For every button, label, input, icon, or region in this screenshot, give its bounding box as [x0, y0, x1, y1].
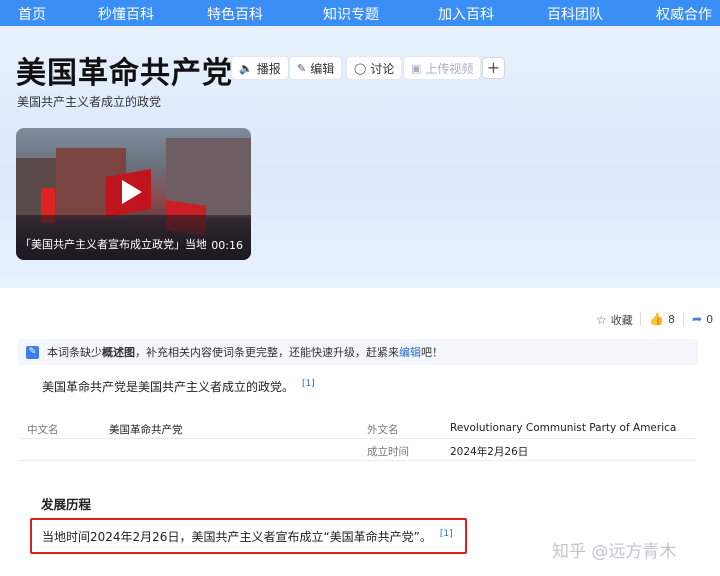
nav-item-team[interactable]: 百科团队 [547, 4, 603, 24]
entry-summary: 美国革命共产党是美国共产主义者成立的政党。 [1] [42, 378, 315, 395]
info-value: Revolutionary Communist Party of America [450, 422, 677, 434]
page-subtitle: 美国共产主义者成立的政党 [17, 95, 162, 109]
basic-info-row: 中文名 美国革命共产党 外文名 Revolutionary Communist … [18, 417, 696, 439]
notice-edit-link[interactable]: 编辑 [399, 344, 421, 360]
thumbs-up-icon: 👍 [649, 312, 664, 326]
info-label: 成立时间 [367, 446, 409, 458]
notice-strong: 概述图 [102, 346, 135, 359]
edit-button[interactable]: ✎ 编辑 [289, 56, 343, 80]
highlighted-history-paragraph: 当地时间2024年2月26日，美国共产主义者宣布成立“美国革命共产党”。 [1] [30, 518, 467, 554]
basic-info-row: 成立时间 2024年2月26日 [18, 439, 696, 461]
star-icon: ☆ [596, 313, 607, 327]
like-count: 8 [667, 313, 675, 326]
chat-bubble-icon: ◯ [354, 61, 367, 75]
info-label: 外文名 [367, 424, 399, 436]
share-icon: ➦ [692, 312, 703, 326]
nav-item-topics[interactable]: 知识专题 [323, 4, 379, 24]
notice-middle: ，补充相关内容使词条更完整，还能快速升级，赶紧来 [135, 346, 399, 359]
add-button[interactable]: + [482, 57, 505, 79]
play-icon[interactable] [122, 180, 142, 204]
like-button[interactable]: 👍 8 [649, 312, 675, 326]
speaker-icon: 🔈 [239, 61, 253, 75]
notice-suffix: 吧！ [421, 346, 443, 359]
nav-item-authority[interactable]: 权威合作 [656, 4, 712, 24]
pencil-icon: ✎ [26, 345, 39, 359]
divider [640, 312, 641, 326]
discuss-button[interactable]: ◯ 讨论 [346, 56, 403, 80]
citation-link[interactable]: [1] [440, 529, 453, 539]
pencil-icon: ✎ [297, 61, 307, 75]
section-heading: 发展历程 [41, 497, 92, 512]
collect-label: 收藏 [610, 314, 633, 327]
notice-prefix: 本词条缺少 [47, 346, 102, 359]
nav-item-miaodong[interactable]: 秒懂百科 [98, 4, 154, 24]
nav-item-featured[interactable]: 特色百科 [207, 4, 263, 24]
nav-item-join[interactable]: 加入百科 [438, 4, 494, 24]
edit-label: 编辑 [310, 61, 335, 76]
share-count: 0 [706, 313, 714, 326]
info-value: 美国革命共产党 [109, 424, 183, 436]
history-text: 当地时间2024年2月26日，美国共产主义者宣布成立“美国革命共产党”。 [42, 530, 432, 544]
upload-video-label: 上传视频 [425, 61, 474, 76]
divider [683, 312, 684, 326]
summary-text: 美国革命共产党是美国共产主义者成立的政党。 [42, 380, 295, 394]
upload-video-button[interactable]: ▣ 上传视频 [403, 56, 482, 80]
citation-link[interactable]: [1] [302, 379, 315, 389]
video-caption: 「美国共产主义者宣布成立政党」当地时间 [20, 238, 206, 251]
video-camera-icon: ▣ [411, 61, 422, 75]
history-text-line: 当地时间2024年2月26日，美国共产主义者宣布成立“美国革命共产党”。 [1] [42, 528, 453, 545]
discuss-label: 讨论 [370, 61, 395, 76]
top-nav: 首页 秒懂百科 特色百科 知识专题 加入百科 百科团队 权威合作 [0, 0, 720, 26]
broadcast-button[interactable]: 🔈 播报 [231, 56, 289, 80]
info-label: 中文名 [27, 424, 59, 436]
video-thumbnail[interactable]: 「美国共产主义者宣布成立政党」当地时间 00:16 [16, 128, 251, 260]
watermark: 知乎 @远方青木 [552, 542, 677, 562]
collect-button[interactable]: ☆ 收藏 [596, 312, 633, 328]
page-title: 美国革命共产党 [16, 56, 233, 91]
share-button[interactable]: ➦ 0 [692, 312, 713, 326]
nav-item-home[interactable]: 首页 [18, 4, 46, 24]
missing-image-notice: ✎ 本词条缺少 概述图 ，补充相关内容使词条更完整，还能快速升级，赶紧来 编辑 吧！ [18, 339, 698, 365]
broadcast-label: 播报 [256, 61, 281, 76]
video-duration: 00:16 [211, 239, 243, 252]
info-value: 2024年2月26日 [450, 446, 529, 458]
